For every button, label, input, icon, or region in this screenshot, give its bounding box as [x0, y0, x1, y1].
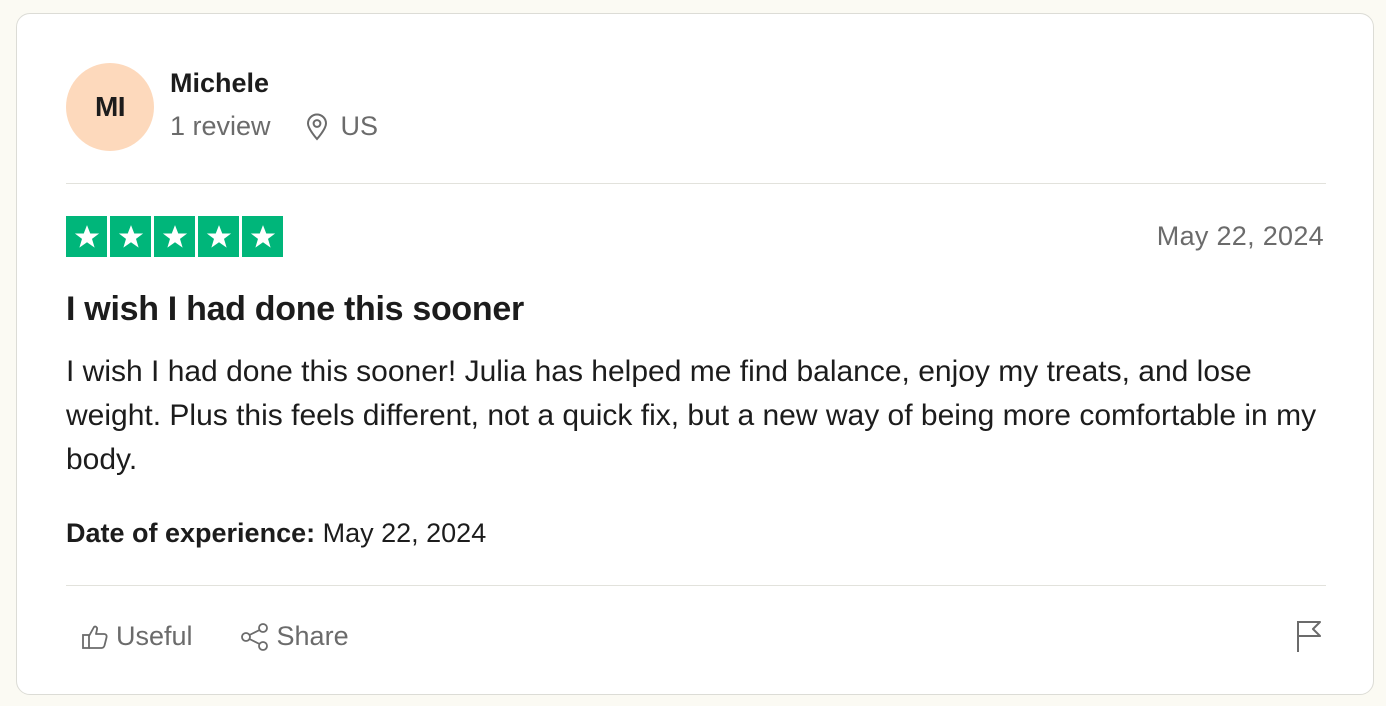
star-icon: [242, 216, 283, 257]
thumbs-up-icon: [82, 625, 108, 649]
review-date: May 22, 2024: [1156, 221, 1324, 251]
useful-label: Useful: [116, 621, 193, 651]
star-icon: [110, 216, 151, 257]
useful-button[interactable]: Useful: [80, 621, 193, 652]
footer-divider: [66, 585, 1326, 586]
avatar[interactable]: MI: [66, 63, 154, 151]
date-of-experience: Date of experience: May 22, 2024: [66, 518, 486, 549]
flag-icon: [1297, 621, 1321, 652]
share-label: Share: [276, 621, 349, 651]
star-icon: [154, 216, 195, 257]
review-count: 1 review: [170, 111, 271, 141]
experience-date: May 22, 2024: [322, 518, 487, 548]
location-pin-icon: [306, 113, 327, 140]
avatar-initials: MI: [94, 91, 126, 122]
reviewer-meta: 1 review US: [170, 111, 378, 142]
star-icon: [198, 216, 239, 257]
location-text: US: [340, 111, 379, 141]
report-button[interactable]: [1294, 618, 1324, 659]
share-button[interactable]: Share: [239, 621, 349, 652]
share-icon: [240, 622, 268, 651]
header-divider: [66, 183, 1326, 184]
review-title[interactable]: I wish I had done this sooner: [66, 290, 524, 329]
experience-label: Date of experience:: [66, 518, 316, 548]
star-icon: [66, 216, 107, 257]
reviewer-location: US: [305, 111, 379, 142]
review-card: MI Michele 1 review US May 22, 2024 I wi…: [16, 13, 1374, 695]
review-actions: Useful Share: [80, 621, 395, 652]
reviewer-name[interactable]: Michele: [170, 68, 269, 99]
review-body: I wish I had done this sooner! Julia has…: [66, 355, 1317, 476]
star-rating: [66, 216, 283, 257]
